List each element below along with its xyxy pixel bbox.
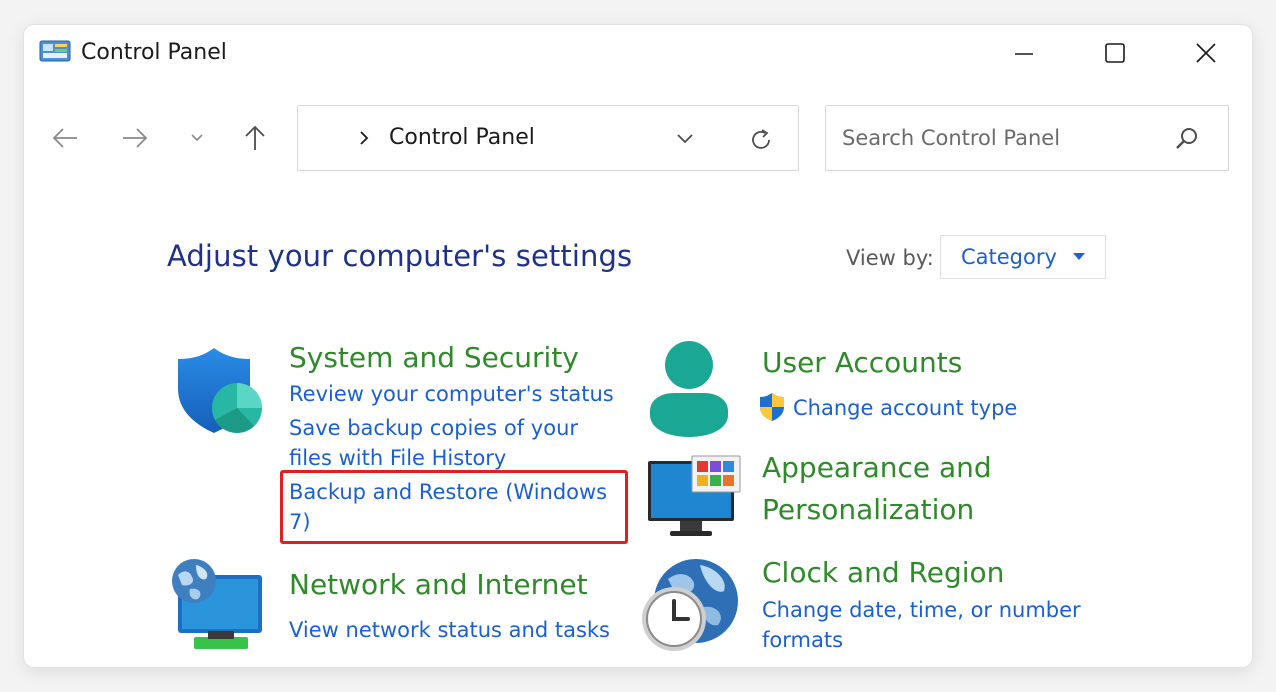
window-title: Control Panel xyxy=(81,40,227,65)
link-backup-and-restore[interactable]: Backup and Restore (Windows 7) xyxy=(289,477,624,537)
user-icon[interactable] xyxy=(646,341,732,443)
monitor-icon[interactable] xyxy=(646,455,742,543)
breadcrumb[interactable]: Control Panel xyxy=(389,123,535,153)
forward-button[interactable] xyxy=(118,121,152,155)
category-network-and-internet[interactable]: Network and Internet xyxy=(289,564,588,606)
recent-locations-button[interactable] xyxy=(180,121,214,155)
link-file-history[interactable]: Save backup copies of your files with Fi… xyxy=(289,413,609,473)
address-bar[interactable]: Control Panel xyxy=(297,105,799,171)
category-user-accounts[interactable]: User Accounts xyxy=(762,342,962,384)
category-appearance-and-personalization[interactable]: Appearance and Personalization xyxy=(762,447,1062,531)
control-panel-window: Control Panel Control Panel Adjust your … xyxy=(24,25,1252,667)
arrow-up-icon xyxy=(245,125,265,150)
minimize-button[interactable] xyxy=(1001,33,1047,73)
search-icon[interactable] xyxy=(1174,126,1200,152)
category-clock-and-region[interactable]: Clock and Region xyxy=(762,552,1004,594)
link-view-network-status[interactable]: View network status and tasks xyxy=(289,615,610,645)
uac-shield-icon xyxy=(758,392,786,426)
network-globe-icon[interactable] xyxy=(168,557,264,657)
back-button[interactable] xyxy=(48,121,82,155)
link-change-account-type[interactable]: Change account type xyxy=(793,393,1017,423)
search-input[interactable] xyxy=(842,122,1162,154)
chevron-down-icon[interactable] xyxy=(676,132,694,144)
maximize-button[interactable] xyxy=(1092,33,1138,73)
maximize-icon xyxy=(1105,43,1125,63)
close-icon xyxy=(1196,43,1216,63)
caret-down-icon xyxy=(1073,253,1085,260)
close-button[interactable] xyxy=(1183,33,1229,73)
search-box[interactable] xyxy=(825,105,1229,171)
minimize-icon xyxy=(1015,53,1033,55)
shield-icon[interactable] xyxy=(174,345,266,441)
view-by-select[interactable]: Category xyxy=(940,235,1106,279)
page-title: Adjust your computer's settings xyxy=(167,239,633,273)
up-button[interactable] xyxy=(238,121,272,155)
view-by-label: View by: xyxy=(846,246,934,270)
clock-globe-icon[interactable] xyxy=(638,557,740,659)
control-panel-icon xyxy=(39,40,71,64)
chevron-right-icon xyxy=(360,131,369,145)
link-review-computer-status[interactable]: Review your computer's status xyxy=(289,379,614,409)
chevron-down-icon xyxy=(191,134,203,142)
refresh-icon[interactable] xyxy=(748,127,774,153)
view-by-value[interactable]: Category xyxy=(961,243,1057,271)
link-change-date-time-formats[interactable]: Change date, time, or number formats xyxy=(762,595,1102,655)
arrow-left-icon xyxy=(52,128,77,148)
arrow-right-icon xyxy=(123,128,148,148)
category-system-and-security[interactable]: System and Security xyxy=(289,337,579,379)
